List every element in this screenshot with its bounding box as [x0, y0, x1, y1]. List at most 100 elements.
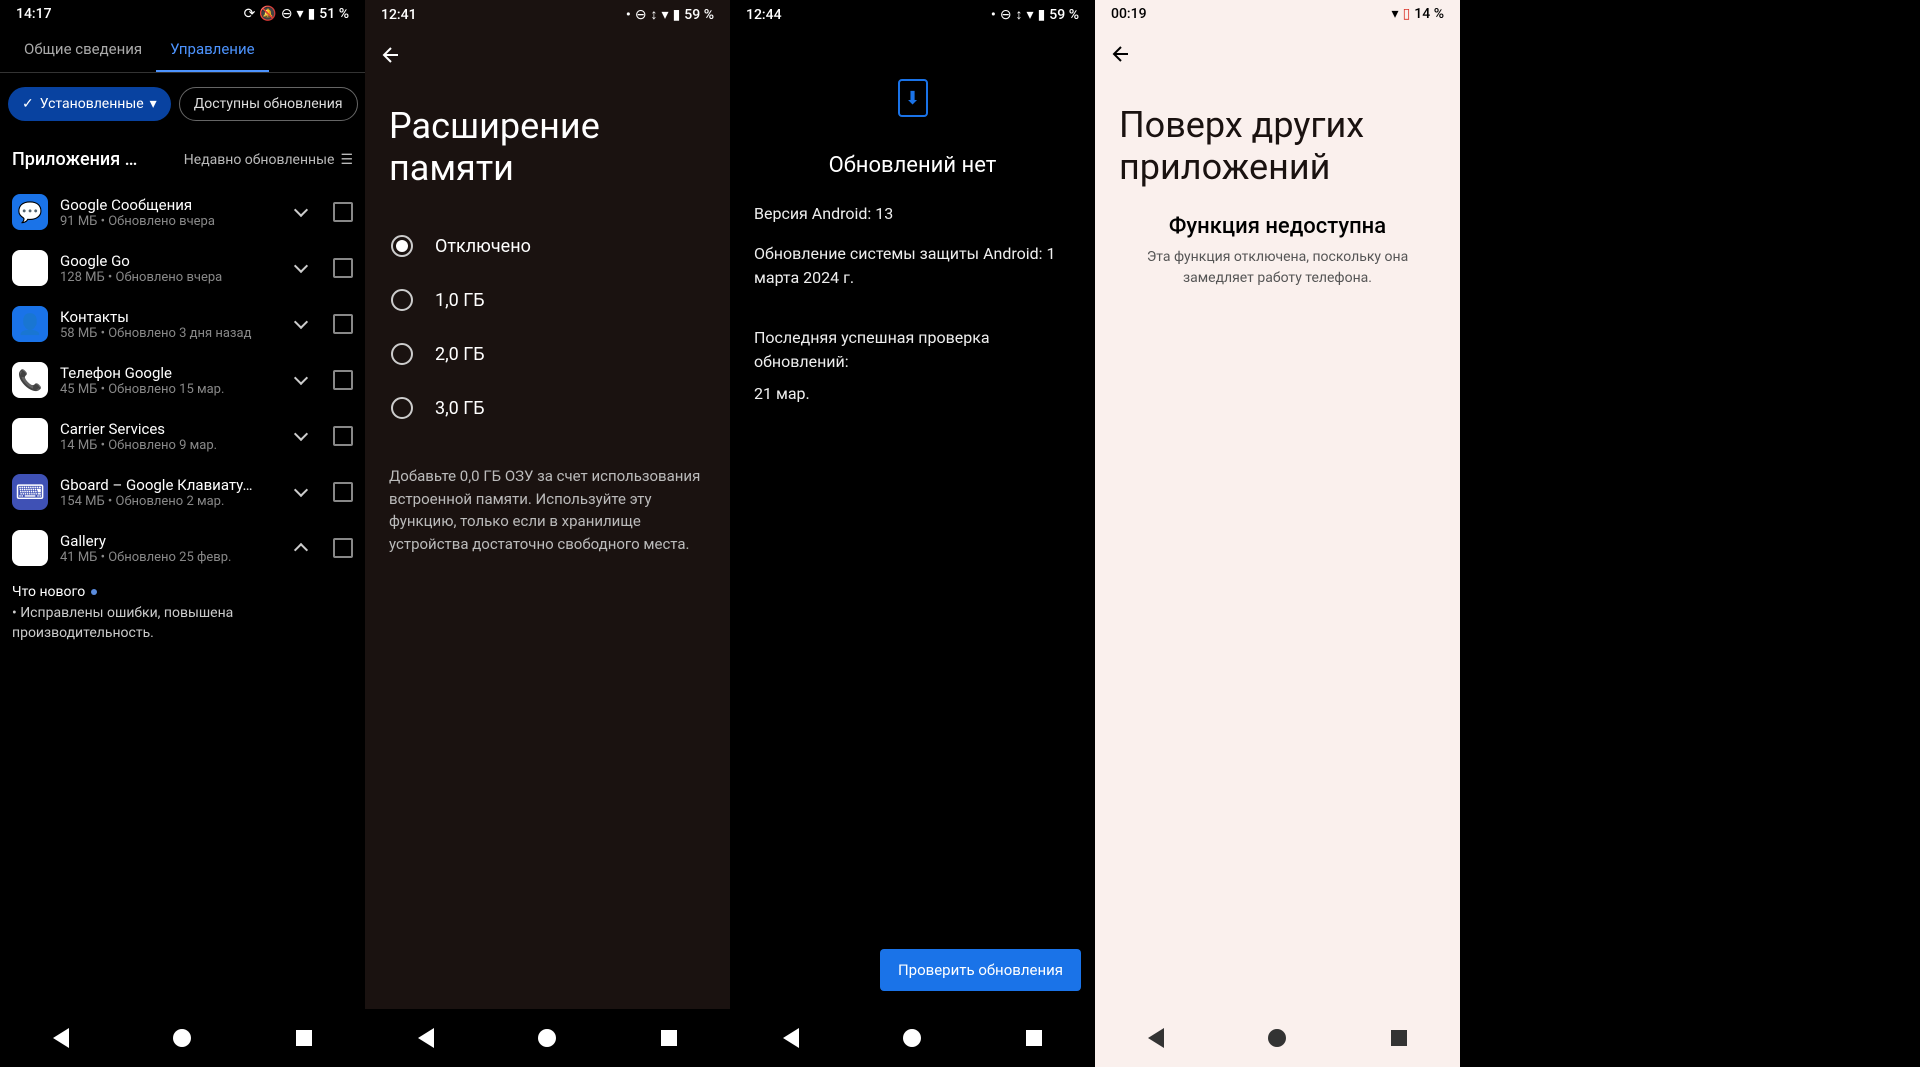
app-icon-google-go: G [12, 250, 48, 286]
triangle-icon [53, 1028, 69, 1048]
checkbox[interactable] [333, 202, 353, 222]
dot-icon: • [626, 7, 631, 23]
expand-button[interactable] [289, 422, 317, 450]
list-item[interactable]: 👤 Контакты 58 МБ • Обновлено 3 дня назад [0, 296, 365, 352]
expand-button[interactable] [289, 254, 317, 282]
expand-button[interactable] [289, 310, 317, 338]
battery-icon: ▮ [308, 6, 316, 22]
sort-button[interactable]: Недавно обновленные ☰ [184, 152, 353, 168]
dot-indicator-icon [91, 589, 97, 595]
square-icon [1026, 1030, 1042, 1046]
list-item[interactable]: 📞 Телефон Google 45 МБ • Обновлено 15 ма… [0, 352, 365, 408]
radio-option-1gb[interactable]: 1,0 ГБ [381, 273, 714, 327]
nav-recent[interactable] [1387, 1026, 1411, 1050]
check-updates-button[interactable]: Проверить обновления [880, 949, 1081, 991]
app-name: Google Сообщения [60, 196, 277, 214]
chevron-down-icon [296, 485, 310, 499]
triangle-icon [1148, 1028, 1164, 1048]
nav-bar [365, 1009, 730, 1067]
last-check-date: 21 мар. [730, 382, 1095, 414]
status-time: 00:19 [1111, 6, 1147, 22]
checkbox[interactable] [333, 426, 353, 446]
back-button[interactable] [365, 29, 730, 85]
android-version: Версия Android: 13 [730, 194, 1095, 234]
wifi-icon: ▾ [662, 7, 669, 23]
dnd-icon: ⊖ [635, 7, 647, 23]
whats-new: Что нового • Исправлены ошибки, повышена… [0, 576, 365, 651]
page-title: Поверх других приложений [1095, 84, 1460, 198]
app-meta: 14 МБ • Обновлено 9 мар. [60, 438, 277, 453]
status-bar: 12:44 • ⊖ ↕ ▾ ▮ 59 % [730, 0, 1095, 29]
checkbox[interactable] [333, 482, 353, 502]
list-item[interactable]: G Google Go 128 МБ • Обновлено вчера [0, 240, 365, 296]
square-icon [1391, 1030, 1407, 1046]
phone-download-icon: ⬇ [898, 79, 928, 117]
nav-recent[interactable] [657, 1026, 681, 1050]
screen-system-update: 12:44 • ⊖ ↕ ▾ ▮ 59 % ⬇ Обновлений нет Ве… [730, 0, 1095, 1067]
nav-home[interactable] [170, 1026, 194, 1050]
battery-icon: ▮ [1038, 7, 1046, 23]
arrow-back-icon [1109, 42, 1133, 66]
battery-pct: 59 % [684, 7, 714, 23]
nav-bar [730, 1009, 1095, 1067]
list-item[interactable]: 💬 Google Сообщения 91 МБ • Обновлено вче… [0, 184, 365, 240]
battery-pct: 14 % [1414, 6, 1444, 22]
back-button[interactable] [1095, 28, 1460, 84]
app-name: Google Go [60, 252, 277, 270]
circle-icon [538, 1029, 556, 1047]
filter-updates[interactable]: Доступны обновления [179, 87, 358, 121]
nav-back[interactable] [414, 1026, 438, 1050]
arrow-back-icon [379, 43, 403, 67]
app-meta: 45 МБ • Обновлено 15 мар. [60, 382, 277, 397]
nav-home[interactable] [1265, 1026, 1289, 1050]
nav-recent[interactable] [1022, 1026, 1046, 1050]
checkbox[interactable] [333, 314, 353, 334]
collapse-button[interactable] [289, 534, 317, 562]
radio-option-disabled[interactable]: Отключено [381, 219, 714, 273]
radio-option-3gb[interactable]: 3,0 ГБ [381, 381, 714, 435]
app-name: Контакты [60, 308, 277, 326]
nav-back[interactable] [1144, 1026, 1168, 1050]
app-name: Телефон Google [60, 364, 277, 382]
circle-icon [903, 1029, 921, 1047]
app-info: Google Go 128 МБ • Обновлено вчера [60, 252, 277, 285]
radio-option-2gb[interactable]: 2,0 ГБ [381, 327, 714, 381]
checkbox[interactable] [333, 538, 353, 558]
sort-icon: ☰ [340, 152, 353, 168]
app-info: Gallery 41 МБ • Обновлено 25 февр. [60, 532, 277, 565]
app-meta: 58 МБ • Обновлено 3 дня назад [60, 326, 277, 341]
tab-manage[interactable]: Управление [156, 28, 268, 72]
square-icon [661, 1030, 677, 1046]
nav-recent[interactable] [292, 1026, 316, 1050]
nav-home[interactable] [535, 1026, 559, 1050]
expand-button[interactable] [289, 366, 317, 394]
list-item[interactable]: ▶ Carrier Services 14 МБ • Обновлено 9 м… [0, 408, 365, 464]
update-graphic: ⬇ [730, 29, 1095, 137]
last-check-label: Последняя успешная проверка обновлений: [730, 318, 1095, 382]
chevron-down-icon [296, 429, 310, 443]
app-meta: 154 МБ • Обновлено 2 мар. [60, 494, 277, 509]
app-info: Gboard – Google Клавиату… 154 МБ • Обнов… [60, 476, 277, 509]
nav-back[interactable] [49, 1026, 73, 1050]
app-icon-gboard: ⌨ [12, 474, 48, 510]
battery-icon: ▮ [673, 7, 681, 23]
status-time: 12:44 [746, 7, 782, 23]
data-icon: ↕ [651, 6, 658, 23]
tab-general[interactable]: Общие сведения [10, 28, 156, 72]
checkbox[interactable] [333, 258, 353, 278]
nav-back[interactable] [779, 1026, 803, 1050]
list-item[interactable]: ⌨ Gboard – Google Клавиату… 154 МБ • Обн… [0, 464, 365, 520]
tabs: Общие сведения Управление [0, 28, 365, 73]
filter-installed[interactable]: ✓ Установленные ▾ [8, 87, 171, 121]
page-title: Расширение памяти [365, 85, 730, 199]
expand-button[interactable] [289, 478, 317, 506]
chevron-down-icon [296, 373, 310, 387]
whats-new-header: Что нового [12, 584, 353, 600]
radio-icon [391, 343, 413, 365]
status-bar: 00:19 ▾ ▯ 14 % [1095, 0, 1460, 28]
list-item[interactable]: 🖼 Gallery 41 МБ • Обновлено 25 февр. [0, 520, 365, 576]
dnd-icon: ⊖ [1000, 7, 1012, 23]
checkbox[interactable] [333, 370, 353, 390]
expand-button[interactable] [289, 198, 317, 226]
nav-home[interactable] [900, 1026, 924, 1050]
